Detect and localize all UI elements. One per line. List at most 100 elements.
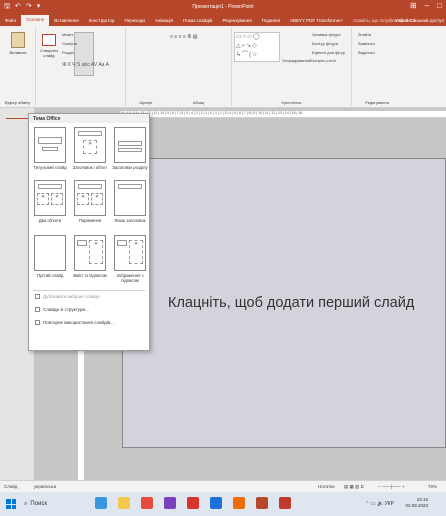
tab-review[interactable]: Рецензування [217, 18, 256, 26]
group-drawing: ▭○▱◯ △⌐↘◇ ↳⌒{☆ Упорядкування Експрес-стилі… [232, 28, 352, 106]
new-slide-layout-menu: Тема Office Титульний слайд ▦ Заголовок … [28, 113, 150, 351]
layout-content-caption[interactable]: ▦ [74, 235, 106, 271]
shape-outline-button[interactable]: Контур фігури [312, 41, 338, 46]
tray-icons[interactable]: ⌃ ▭ 🔊 УКР [365, 501, 394, 507]
layout-title-only[interactable] [114, 180, 146, 216]
status-bar: Слайд українська Нотатки ▤ ▦ ▥ ⊏ – ——|——… [0, 480, 446, 492]
notes-button[interactable]: Нотатки [318, 484, 335, 489]
picture-icon: ▣ [129, 240, 143, 264]
app-icon[interactable] [233, 497, 245, 509]
tab-view[interactable]: Подання [257, 18, 285, 26]
layout-comparison[interactable]: ▦ ▦ [74, 180, 106, 216]
content-icon: ▦ [89, 240, 103, 264]
powerpoint-window: 🖫 ↶ ↷ ▾ Презентація1 - PowerPoint ⊞ – □ … [0, 0, 446, 516]
menu-separator [33, 290, 145, 291]
find-button[interactable]: Знайти [358, 32, 371, 37]
slides-from-outline-item[interactable]: Слайди зі структури... [35, 307, 89, 313]
select-button[interactable]: Виділити [358, 50, 375, 55]
tab-animations[interactable]: Анімація [150, 18, 178, 26]
chrome-icon[interactable] [141, 497, 153, 509]
content-icon: ▦ [77, 193, 89, 205]
view-buttons[interactable]: ▤ ▦ ▥ ⊏ [344, 484, 364, 490]
maximize-icon[interactable]: □ [437, 1, 442, 10]
paste-icon [11, 32, 25, 48]
group-clipboard: Вставити Буфер обміну [0, 28, 36, 106]
word-icon[interactable] [210, 497, 222, 509]
ribbon-home: Вставити Буфер обміну Створити слайд Мак… [0, 26, 446, 108]
arrange-button[interactable]: Упорядкування [282, 58, 310, 63]
tab-transitions[interactable]: Переходи [119, 18, 149, 26]
paragraph-group-label: Абзац [192, 100, 205, 105]
task-view-icon[interactable] [95, 497, 107, 509]
layout-blank[interactable] [34, 235, 66, 271]
reuse-icon [35, 320, 40, 326]
outline-icon [35, 307, 40, 313]
shapes-gallery[interactable]: ▭○▱◯ △⌐↘◇ ↳⌒{☆ [234, 32, 280, 62]
slide-indicator: Слайд [4, 484, 18, 489]
replace-button[interactable]: Замінити [358, 41, 375, 46]
subtitle-placeholder [42, 147, 58, 151]
editing-group-label: Редагування [365, 100, 389, 105]
duplicate-label: Дублювати вибрані слайди [43, 294, 100, 299]
tab-design[interactable]: Конструктор [84, 18, 120, 26]
layout-label: Два об'єкти [38, 218, 62, 223]
paste-button[interactable]: Вставити [4, 32, 32, 55]
zoom-level[interactable]: 78% [428, 484, 437, 489]
tab-home[interactable]: Основне [21, 15, 50, 26]
ribbon-options-icon[interactable]: ⊞ [410, 1, 417, 10]
layout-section-header[interactable] [114, 127, 146, 163]
window-title: Презентація1 - PowerPoint [192, 4, 254, 10]
minimize-icon[interactable]: – [425, 1, 429, 10]
taskbar-search[interactable]: ⌕ Поиск [24, 501, 47, 508]
new-slide-icon [42, 34, 56, 46]
layout-title-slide[interactable] [34, 127, 66, 163]
add-first-slide-prompt[interactable]: Клацніть, щоб додати перший слайд [168, 295, 414, 311]
tab-slideshow[interactable]: Показ слайдів [178, 18, 217, 26]
layout-button[interactable]: Макет [62, 32, 73, 37]
file-explorer-icon[interactable] [118, 497, 130, 509]
layout-label: Вміст із підписом [73, 273, 107, 278]
powerpoint-icon[interactable] [256, 497, 268, 509]
layout-label: Заголовок і об'єкт [72, 165, 108, 170]
tab-abbyy[interactable]: ABBYY PDF Transformer+ [285, 18, 348, 26]
horizontal-ruler: 16 | 15 | 14 | 13 | 12 | 11 | 10 | 9 | 8… [120, 111, 446, 118]
clock[interactable]: 23:15 02.09.2023 [405, 497, 428, 509]
search-icon: ⌕ [24, 500, 28, 507]
reuse-slides-item[interactable]: Повторне використання слайдів... [35, 320, 114, 326]
theme-header: Тема Office [29, 114, 149, 123]
title-placeholder [38, 184, 62, 189]
app-icon[interactable] [164, 497, 176, 509]
content-icon: ▦ [91, 193, 103, 205]
tab-file[interactable]: Файл [0, 18, 21, 26]
account-share[interactable]: Увійти Спільний доступ [395, 18, 444, 23]
drawing-group-label: Креслення [281, 100, 302, 105]
duplicate-slides-item[interactable]: Дублювати вибрані слайди [35, 294, 100, 300]
section-button[interactable]: Розділ [62, 50, 74, 55]
font-format-buttons[interactable]: Ж К Ч S abc AV Aa A [62, 62, 109, 68]
title-bar: 🖫 ↶ ↷ ▾ Презентація1 - PowerPoint ⊞ – □ [0, 0, 446, 14]
tab-insert[interactable]: Вставлення [49, 18, 84, 26]
reset-button[interactable]: Скинути [62, 41, 77, 46]
title-placeholder [117, 240, 127, 246]
zoom-slider[interactable]: – ——|—— + [378, 484, 405, 489]
window-controls: ⊞ – □ [410, 1, 442, 10]
shape-effects-button[interactable]: Ефекти для фігур [312, 50, 345, 55]
layout-label: Пустий слайд [36, 273, 64, 278]
paste-label: Вставити [9, 50, 27, 55]
layout-picture-caption[interactable]: ▣ [114, 235, 146, 271]
new-slide-button[interactable]: Створити слайд [38, 34, 60, 58]
language-indicator[interactable]: українська [34, 484, 56, 489]
shape-fill-button[interactable]: Заливка фігури [312, 32, 341, 37]
start-button[interactable] [6, 499, 16, 509]
layout-two-content[interactable]: ▦ ▦ [34, 180, 66, 216]
pdf-icon[interactable] [187, 497, 199, 509]
windows-taskbar: ⌕ Поиск ⌃ ▭ 🔊 УКР 23:15 02.09.2023 [0, 492, 446, 516]
group-editing: Знайти Замінити Виділити Редагування [352, 28, 402, 106]
paragraph-buttons[interactable]: ≡ ≡ ≡ ≡ ≣ ▤ [170, 34, 198, 40]
group-font: Шрифт [126, 28, 166, 106]
language-label: УКР [384, 501, 394, 507]
quick-styles-button[interactable]: Експрес-стилі [310, 58, 336, 63]
layout-title-content[interactable]: ▦ [74, 127, 106, 163]
app-icon[interactable] [279, 497, 291, 509]
title-placeholder [78, 184, 102, 189]
